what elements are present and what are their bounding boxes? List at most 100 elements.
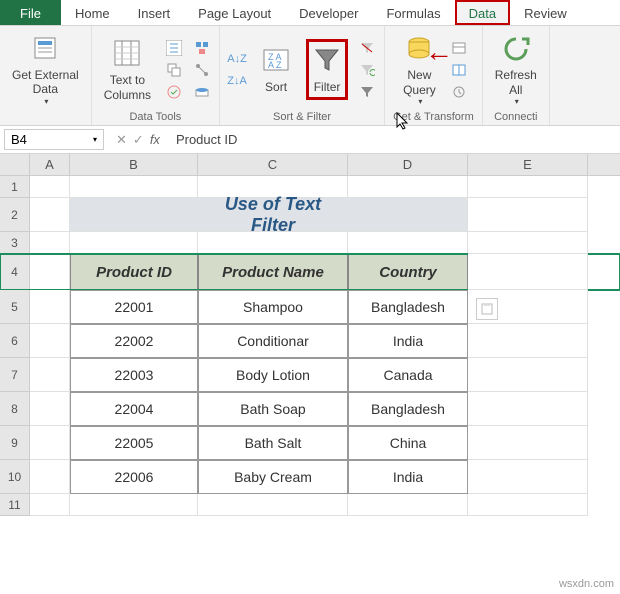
cell-country[interactable]: India [348,324,468,358]
row-header-9[interactable]: 9 [0,426,30,460]
col-header-a[interactable]: A [30,154,70,175]
recent-sources-icon[interactable] [450,83,468,101]
row-header-3[interactable]: 3 [0,232,30,254]
cell[interactable] [468,324,588,358]
cell-name[interactable]: Body Lotion [198,358,348,392]
consolidate-icon[interactable] [193,39,211,57]
col-header-d[interactable]: D [348,154,468,175]
cell[interactable] [198,232,348,254]
name-box[interactable]: B4 ▾ [4,129,104,150]
refresh-all-button[interactable]: Refresh All ▾ [491,30,541,108]
tab-data[interactable]: Data [455,0,510,25]
cell-name[interactable]: Bath Soap [198,392,348,426]
tab-file[interactable]: File [0,0,61,25]
cell-id[interactable]: 22005 [70,426,198,460]
tab-insert[interactable]: Insert [124,0,185,25]
cell[interactable] [468,176,588,198]
header-product-name[interactable]: Product Name [198,254,348,290]
flash-fill-icon[interactable] [165,39,183,57]
clear-filter-icon[interactable] [358,39,376,57]
cell-id[interactable]: 22006 [70,460,198,494]
cell[interactable] [468,494,588,516]
cell-country[interactable]: China [348,426,468,460]
cell[interactable] [30,392,70,426]
cell[interactable] [30,232,70,254]
cell[interactable] [348,494,468,516]
cell[interactable] [468,290,588,324]
cell-id[interactable]: 22004 [70,392,198,426]
cell[interactable] [30,290,70,324]
header-product-id[interactable]: Product ID [70,254,198,290]
cell[interactable] [30,426,70,460]
cell-country[interactable]: Bangladesh [348,392,468,426]
tab-home[interactable]: Home [61,0,124,25]
reapply-icon[interactable] [358,61,376,79]
cell[interactable] [70,494,198,516]
cell[interactable] [198,494,348,516]
cell[interactable] [468,198,588,232]
row-header-4[interactable]: 4 [0,254,30,290]
row-header-10[interactable]: 10 [0,460,30,494]
sort-asc-icon[interactable]: A↓Z [228,50,246,68]
sort-button[interactable]: Z AA Z Sort [256,42,296,96]
get-external-data-button[interactable]: Get External Data ▾ [8,30,83,108]
cell-country[interactable]: Bangladesh [348,290,468,324]
cell[interactable] [30,176,70,198]
advanced-filter-icon[interactable] [358,83,376,101]
col-header-b[interactable]: B [70,154,198,175]
text-to-columns-button[interactable]: Text to Columns [100,35,155,104]
cell[interactable] [468,426,588,460]
tab-formulas[interactable]: Formulas [372,0,454,25]
filter-button[interactable]: Filter [306,39,348,99]
formula-input[interactable]: Product ID [168,130,620,149]
cell-name[interactable]: Bath Salt [198,426,348,460]
relationships-icon[interactable] [193,61,211,79]
title-cell[interactable] [70,198,198,232]
cell-id[interactable]: 22003 [70,358,198,392]
cell[interactable] [30,460,70,494]
sort-desc-icon[interactable]: Z↓A [228,72,246,90]
tab-page-layout[interactable]: Page Layout [184,0,285,25]
cell[interactable] [348,176,468,198]
cell-id[interactable]: 22001 [70,290,198,324]
row-header-7[interactable]: 7 [0,358,30,392]
title-cell[interactable] [348,198,468,232]
row-header-2[interactable]: 2 [0,198,30,232]
enter-icon[interactable]: ✓ [133,132,144,148]
cell[interactable] [468,460,588,494]
data-validation-icon[interactable] [165,83,183,101]
cell-name[interactable]: Shampoo [198,290,348,324]
row-header-5[interactable]: 5 [0,290,30,324]
cell-country[interactable]: Canada [348,358,468,392]
cell-id[interactable]: 22002 [70,324,198,358]
cell-name[interactable]: Conditionar [198,324,348,358]
row-header-1[interactable]: 1 [0,176,30,198]
cell[interactable] [70,232,198,254]
header-country[interactable]: Country [348,254,468,290]
col-header-c[interactable]: C [198,154,348,175]
tab-review[interactable]: Review [510,0,581,25]
row-header-8[interactable]: 8 [0,392,30,426]
tab-developer[interactable]: Developer [285,0,372,25]
cancel-icon[interactable]: ✕ [116,132,127,148]
cell[interactable] [30,358,70,392]
cell[interactable] [30,198,70,232]
cell[interactable] [30,324,70,358]
paste-options-icon[interactable] [476,298,498,320]
manage-data-model-icon[interactable] [193,83,211,101]
title-cell[interactable]: Use of Text Filter [198,198,348,232]
cell[interactable] [468,392,588,426]
select-all-corner[interactable] [0,154,30,175]
row-header-6[interactable]: 6 [0,324,30,358]
cell[interactable] [468,358,588,392]
cell[interactable] [30,254,70,290]
cell[interactable] [468,232,588,254]
show-queries-icon[interactable] [450,39,468,57]
cell[interactable] [468,254,588,290]
cell[interactable] [70,176,198,198]
from-table-icon[interactable] [450,61,468,79]
row-header-11[interactable]: 11 [0,494,30,516]
fx-icon[interactable]: fx [150,132,160,147]
remove-duplicates-icon[interactable] [165,61,183,79]
cell-country[interactable]: India [348,460,468,494]
